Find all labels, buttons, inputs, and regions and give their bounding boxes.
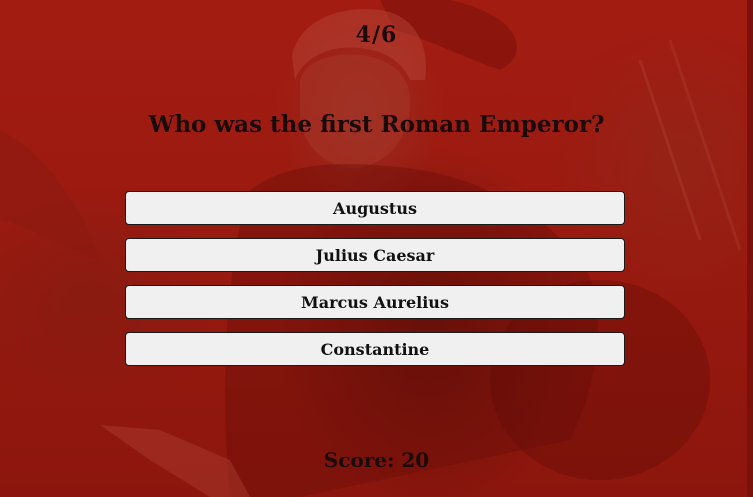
- answer-button-augustus[interactable]: Augustus: [125, 191, 625, 225]
- answer-button-constantine[interactable]: Constantine: [125, 332, 625, 366]
- answer-button-marcus-aurelius[interactable]: Marcus Aurelius: [125, 285, 625, 319]
- question-counter: 4/6: [355, 22, 398, 48]
- question-text: Who was the first Roman Emperor?: [148, 111, 605, 138]
- right-edge-strip: [747, 0, 753, 497]
- answer-button-julius-caesar[interactable]: Julius Caesar: [125, 238, 625, 272]
- answer-options: Augustus Julius Caesar Marcus Aurelius C…: [125, 191, 625, 379]
- score-display: Score: 20: [323, 448, 430, 472]
